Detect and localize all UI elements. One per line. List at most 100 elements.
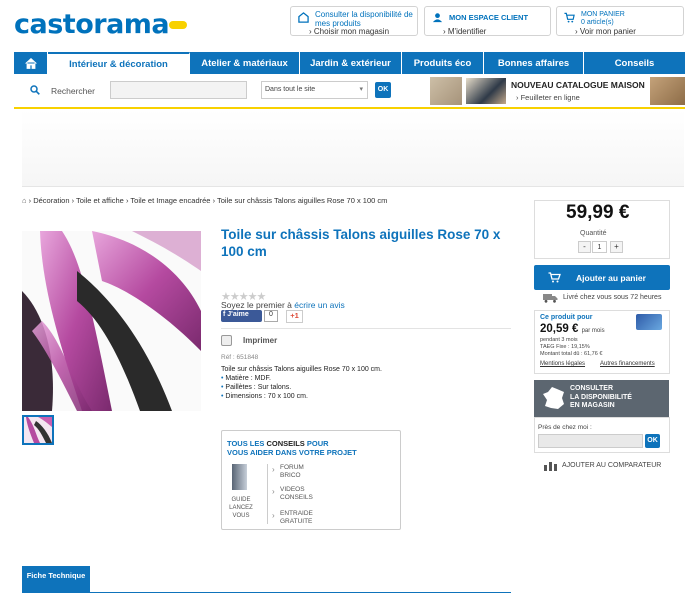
catalogue-sub: Feuilleter en ligne bbox=[520, 93, 580, 102]
advice-separator bbox=[267, 464, 268, 524]
product-description: Toile sur châssis Talons aiguilles Rose … bbox=[221, 365, 391, 401]
user-icon bbox=[432, 13, 443, 23]
search-scope-select[interactable]: Dans tout le site ▾ bbox=[261, 81, 368, 99]
divider bbox=[221, 328, 511, 329]
credit-per-month: par mois bbox=[581, 328, 605, 334]
write-review-link[interactable]: écrire un avis bbox=[294, 300, 345, 310]
nav-jardin-exterieur[interactable]: Jardin & extérieur bbox=[300, 52, 402, 74]
guide-label[interactable]: GUIDE LANCEZ VOUS bbox=[222, 496, 260, 520]
catalogue-title[interactable]: NOUVEAU CATALOGUE MAISON bbox=[511, 80, 645, 90]
quantity-input[interactable]: 1 bbox=[592, 241, 607, 253]
print-icon[interactable] bbox=[221, 335, 232, 346]
other-financing-link[interactable]: Autres financements bbox=[600, 361, 655, 367]
facebook-like-count: 0 bbox=[264, 310, 278, 322]
search-scope-value: Dans tout le site bbox=[265, 86, 316, 93]
videos-conseils-link[interactable]: VIDEOS CONSEILS bbox=[272, 486, 320, 502]
store-availability-title: CONSULTER LA DISPONIBILITÉ EN MAGASIN bbox=[570, 385, 632, 411]
breadcrumb-toile-image[interactable]: Toile et Image encadrée bbox=[130, 196, 210, 205]
cart-icon bbox=[548, 272, 561, 283]
customer-space-box[interactable]: MON ESPACE CLIENT › M'identifier bbox=[424, 6, 551, 36]
credit-title: Ce produit pour bbox=[540, 314, 593, 321]
store-icon bbox=[298, 12, 309, 23]
credit-total: Montant total dû : 61,76 € bbox=[540, 351, 603, 357]
store-title-2: LA DISPONIBILITÉ bbox=[570, 393, 632, 401]
truck-icon bbox=[543, 294, 558, 303]
choose-store-link[interactable]: › Choisir mon magasin bbox=[309, 27, 389, 36]
page: castorama Consulter la disponibilité de … bbox=[0, 0, 700, 596]
credit-taeg: TAEG Fixe : 19,15% bbox=[540, 344, 590, 350]
catalogue-link[interactable]: › Feuilleter en ligne bbox=[516, 93, 580, 102]
entraide-gratuite-link[interactable]: ENTRAIDE GRATUITE bbox=[272, 510, 320, 526]
product-image[interactable] bbox=[22, 231, 201, 411]
product-reference: Réf : 651848 bbox=[221, 354, 259, 361]
google-plus-button[interactable]: +1 bbox=[286, 310, 303, 323]
print-link[interactable]: Imprimer bbox=[243, 336, 277, 345]
search-label: Rechercher bbox=[51, 86, 95, 96]
cart-count: 0 article(s) bbox=[581, 19, 614, 26]
thumbnail-picture bbox=[24, 417, 52, 443]
store-availability-box[interactable]: Consulter la disponibilité de mes produi… bbox=[290, 6, 418, 36]
product-price: 59,99 € bbox=[566, 202, 630, 223]
near-me-input[interactable] bbox=[538, 434, 643, 448]
quantity-increase-button[interactable]: + bbox=[610, 241, 623, 253]
credit-amount: 20,59 € bbox=[540, 323, 579, 335]
store-title-3: EN MAGASIN bbox=[570, 402, 615, 409]
description-item: Paillètes : Sur talons. bbox=[221, 383, 391, 392]
guide-book-icon[interactable] bbox=[232, 464, 247, 490]
nav-interieur-decoration[interactable]: Intérieur & décoration bbox=[48, 52, 190, 74]
catalogue-image-left[interactable] bbox=[430, 77, 462, 105]
login-link[interactable]: › M'identifier bbox=[443, 27, 486, 36]
main-nav: Intérieur & décoration Atelier & matéria… bbox=[14, 52, 685, 74]
advice-heading-1: TOUS LES bbox=[227, 439, 265, 448]
search-input[interactable] bbox=[110, 81, 247, 99]
nav-conseils[interactable]: Conseils bbox=[584, 52, 685, 74]
legal-mentions-link[interactable]: Mentions légales bbox=[540, 361, 585, 367]
yellow-divider bbox=[14, 107, 685, 109]
review-prefix: Soyez le premier à bbox=[221, 300, 292, 310]
high-heels-picture bbox=[22, 231, 201, 411]
castorama-logo[interactable]: castorama bbox=[14, 9, 170, 40]
near-me-label: Près de chez moi : bbox=[538, 424, 592, 431]
facebook-like-button[interactable]: f J'aime bbox=[221, 310, 262, 322]
advice-box: TOUS LES CONSEILS POUR VOUS AIDER DANS V… bbox=[221, 430, 401, 530]
catalogue-image-right[interactable] bbox=[650, 77, 685, 105]
catalogue-image-main[interactable] bbox=[466, 78, 506, 104]
view-cart-link[interactable]: › Voir mon panier bbox=[575, 27, 636, 36]
product-title: Toile sur châssis Talons aiguilles Rose … bbox=[221, 227, 501, 259]
breadcrumb: ⌂ › Décoration › Toile et affiche › Toil… bbox=[22, 196, 388, 205]
nav-produits-eco[interactable]: Produits éco bbox=[402, 52, 484, 74]
tab-fiche-technique[interactable]: Fiche Technique bbox=[22, 566, 90, 592]
home-button[interactable] bbox=[14, 52, 48, 74]
description-title: Toile sur châssis Talons aiguilles Rose … bbox=[221, 366, 382, 373]
nav-atelier-materiaux[interactable]: Atelier & matériaux bbox=[190, 52, 300, 74]
breadcrumb-current: Toile sur châssis Talons aiguilles Rose … bbox=[217, 196, 388, 205]
description-list: Matière : MDF. Paillètes : Sur talons. D… bbox=[221, 374, 391, 401]
store-title-1: CONSULTER bbox=[570, 385, 614, 392]
tab-underline bbox=[22, 592, 511, 593]
facebook-like-label: J'aime bbox=[227, 311, 249, 318]
breadcrumb-home-icon[interactable]: ⌂ bbox=[22, 196, 27, 205]
breadcrumb-toile-affiche[interactable]: Toile et affiche bbox=[76, 196, 124, 205]
customer-space-title: MON ESPACE CLIENT bbox=[449, 13, 529, 22]
logo-accent bbox=[169, 21, 187, 29]
quantity-label: Quantité bbox=[580, 230, 607, 237]
store-ok-button[interactable]: OK bbox=[645, 434, 660, 448]
add-to-cart-button[interactable]: Ajouter au panier bbox=[534, 265, 670, 290]
search-ok-button[interactable]: OK bbox=[375, 82, 391, 98]
advice-heading-4: VOUS AIDER DANS VOTRE PROJET bbox=[227, 448, 357, 457]
cart-box[interactable]: MON PANIER 0 article(s) › Voir mon panie… bbox=[556, 6, 684, 36]
credit-months: pendant 3 mois bbox=[540, 337, 578, 343]
view-cart-label: Voir mon panier bbox=[579, 27, 636, 36]
breadcrumb-decoration[interactable]: Décoration bbox=[33, 196, 69, 205]
delivery-info: Livré chez vous sous 72 heures bbox=[563, 294, 662, 301]
advice-heading: TOUS LES CONSEILS POUR VOUS AIDER DANS V… bbox=[227, 439, 357, 457]
credit-details: pendant 3 mois TAEG Fixe : 19,15% Montan… bbox=[540, 337, 602, 358]
quantity-decrease-button[interactable]: - bbox=[578, 241, 591, 253]
add-to-compare-link[interactable]: AJOUTER AU COMPARATEUR bbox=[562, 462, 661, 469]
nav-bonnes-affaires[interactable]: Bonnes affaires bbox=[484, 52, 584, 74]
advice-heading-2: CONSEILS bbox=[266, 439, 305, 448]
home-icon bbox=[24, 57, 37, 69]
product-thumbnail[interactable] bbox=[22, 415, 54, 445]
forum-brico-link[interactable]: FORUM BRICO bbox=[272, 464, 320, 480]
login-label: M'identifier bbox=[447, 27, 487, 36]
